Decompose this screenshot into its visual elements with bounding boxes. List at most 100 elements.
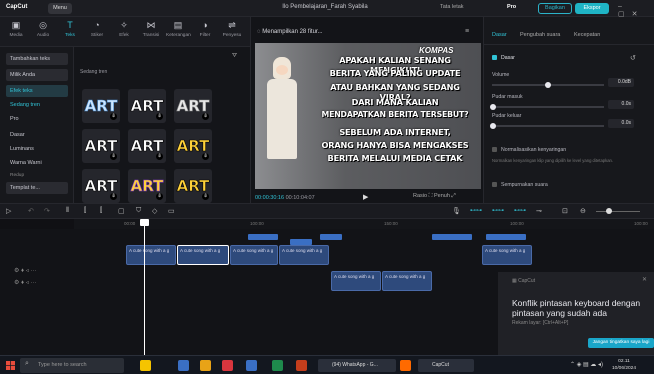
pro-button[interactable]: Pro <box>507 4 516 10</box>
crop-icon[interactable]: ▭ <box>168 207 175 215</box>
download-icon[interactable]: ⇩ <box>202 153 209 160</box>
windows-start-icon[interactable] <box>6 361 15 370</box>
mirror-icon[interactable]: ◇ <box>152 207 157 215</box>
nav-colorful[interactable]: Warna Warni <box>6 157 68 169</box>
select-tool-icon[interactable]: ▷ <box>6 207 11 215</box>
zoom-out-icon[interactable]: ⊖ <box>580 207 586 215</box>
download-icon[interactable]: ⇩ <box>202 113 209 120</box>
download-icon[interactable]: ⇩ <box>156 113 163 120</box>
playhead-handle[interactable] <box>140 219 149 226</box>
fade-in-knob[interactable] <box>490 104 496 110</box>
text-effect-tile[interactable]: ART ⇩ <box>128 129 166 163</box>
word-icon[interactable] <box>246 360 257 371</box>
export-button[interactable]: Ekspor <box>575 3 609 14</box>
split-left-icon[interactable]: ⫿ <box>84 207 86 215</box>
track-header[interactable]: ⚙ ♦ ◃ ··· <box>14 279 36 286</box>
taskbar-search[interactable]: Type here to search <box>20 358 124 373</box>
text-effect-tile[interactable]: ART ⇩ <box>174 129 212 163</box>
reset-icon[interactable]: ↺ <box>630 54 636 62</box>
tool-media[interactable]: ▣ Media <box>4 20 28 38</box>
undo-icon[interactable]: ↶ <box>28 207 34 215</box>
text-clip[interactable] <box>248 234 278 240</box>
player-controls[interactable]: Rasio ⛶ Penuh ⤢ <box>413 193 456 200</box>
app-icon[interactable] <box>222 360 233 371</box>
audio-clip[interactable]: A cute song with a g <box>382 271 432 291</box>
timeline-ruler[interactable]: 00:00 100:00 150:00 100:00 100:00 <box>74 219 654 229</box>
player-header[interactable]: ◌ Menampilkan 28 fitur... <box>257 29 323 35</box>
fade-out-slider[interactable] <box>490 123 604 129</box>
audio-clip[interactable]: A cute song with a g <box>279 245 329 265</box>
volume-slider[interactable] <box>492 82 604 88</box>
audio-clip[interactable]: A cute song with a g <box>331 271 381 291</box>
preview-axis-icon[interactable]: ⊸ <box>536 207 542 215</box>
text-effect-tile[interactable]: ART ⇩ <box>82 129 120 163</box>
basic-toggle[interactable] <box>492 55 497 60</box>
file-explorer-icon[interactable] <box>178 360 189 371</box>
dont-remind-button[interactable]: Jangan tingatkan saya lagi <box>588 338 654 348</box>
tool-captions[interactable]: ▤ Keterangan <box>166 20 191 38</box>
volume-value[interactable]: 0.0dB <box>608 78 634 87</box>
nav-text-templates[interactable]: Templat te... <box>6 182 68 194</box>
download-icon[interactable]: ⇩ <box>156 193 163 200</box>
nav-add-text[interactable]: Tambahkan teks <box>6 53 68 65</box>
linkage-icon[interactable]: ⊷⊶ <box>514 207 526 214</box>
fade-out-value[interactable]: 0.0s <box>608 119 634 128</box>
powerpoint-icon[interactable] <box>296 360 307 371</box>
share-button[interactable]: Bagikan <box>538 3 572 14</box>
audio-clip[interactable]: A cute song with a g <box>482 245 532 265</box>
split-right-icon[interactable]: ⫿ <box>100 207 102 215</box>
text-effect-tile[interactable]: ART ⇩ <box>128 89 166 123</box>
auto-snap-icon[interactable]: ⊷⊶ <box>492 207 504 214</box>
text-clip[interactable] <box>486 234 526 240</box>
nav-text-effects[interactable]: Efek teks <box>6 85 68 97</box>
audio-clip[interactable]: A cute song with a g <box>230 245 278 265</box>
zoom-fit-icon[interactable]: ⊡ <box>562 207 568 215</box>
tool-audio[interactable]: ◎ Audio <box>31 20 55 38</box>
nav-pro[interactable]: Pro <box>6 113 68 125</box>
tool-sticker[interactable]: ◔ Stiker <box>85 20 109 38</box>
zoom-knob[interactable] <box>606 208 612 214</box>
excel-icon[interactable] <box>272 360 283 371</box>
folder-icon[interactable] <box>200 360 211 371</box>
tool-adjust[interactable]: ⇌ Penyesu <box>220 20 244 38</box>
fade-in-slider[interactable] <box>490 104 604 110</box>
audio-clip[interactable]: A cute song with a g <box>177 245 229 265</box>
text-clip[interactable] <box>432 234 472 240</box>
browser-icon[interactable] <box>400 360 411 371</box>
project-title[interactable]: Ilo Pembelajaran_Farah Syabila <box>230 4 420 10</box>
nav-dim[interactable]: Redup <box>6 171 68 180</box>
tool-filter[interactable]: ◑ Filter <box>193 20 217 38</box>
microphone-icon[interactable]: 🎙 <box>452 207 461 215</box>
system-tray[interactable]: ⌃ ◈ ▤ ☁ ◂) <box>570 361 603 368</box>
task-view-icon[interactable] <box>140 360 151 371</box>
tool-text[interactable]: T Teks <box>58 20 82 38</box>
nav-basic[interactable]: Dasar <box>6 129 68 141</box>
download-icon[interactable]: ⇩ <box>156 153 163 160</box>
track-header[interactable]: ⚙ ♦ ◃ ··· <box>14 267 36 274</box>
delete-icon[interactable]: ▢ <box>118 207 125 215</box>
text-effect-tile[interactable]: ART ⇩ <box>128 169 166 203</box>
normalize-checkbox[interactable] <box>492 147 497 152</box>
layout-button[interactable]: Tata letak <box>440 4 464 10</box>
tab-basic[interactable]: Dasar <box>492 32 507 38</box>
taskbar-capcut[interactable]: CapCut <box>418 359 474 372</box>
shield-icon[interactable]: ⛉ <box>136 207 141 215</box>
tool-effects[interactable]: ✧ Efek <box>112 20 136 38</box>
more-icon[interactable]: ≡ <box>465 28 469 35</box>
audio-clip[interactable]: A cute song with a g <box>126 245 176 265</box>
fade-out-knob[interactable] <box>490 123 496 129</box>
download-icon[interactable]: ⇩ <box>110 193 117 200</box>
taskbar-whatsapp[interactable]: (94) WhatsApp - G... <box>318 359 396 372</box>
menu-button[interactable]: Menu <box>48 3 72 14</box>
filter-icon[interactable]: ⛛ <box>232 53 237 60</box>
nav-yours[interactable]: Milik Anda <box>6 69 68 81</box>
download-icon[interactable]: ⇩ <box>110 153 117 160</box>
fade-in-value[interactable]: 0.0s <box>608 100 634 109</box>
volume-knob[interactable] <box>545 82 551 88</box>
tool-transition[interactable]: ⋈ Transisi <box>139 20 163 38</box>
tab-voice-changer[interactable]: Pengubah suara <box>520 32 560 38</box>
ratio-button[interactable]: Rasio <box>413 193 427 199</box>
split-icon[interactable]: ⫴ <box>66 207 69 215</box>
text-clip[interactable] <box>320 234 342 240</box>
enhance-voice-checkbox[interactable] <box>492 182 497 187</box>
